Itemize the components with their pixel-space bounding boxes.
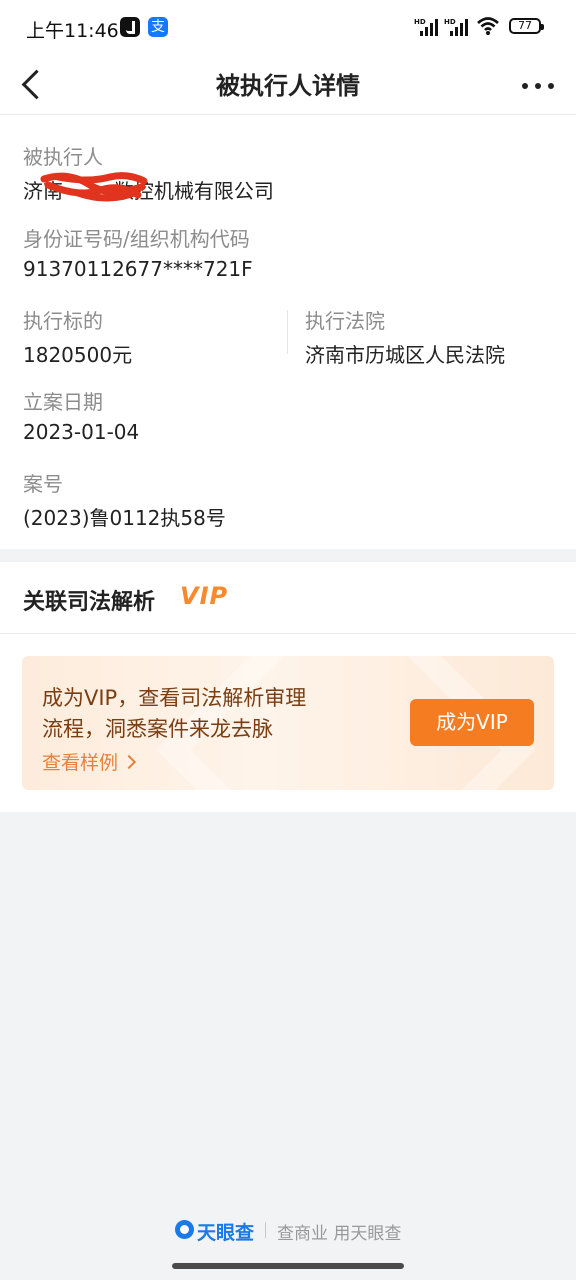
related-analysis-header: 关联司法解析 VIP — [0, 562, 576, 634]
view-sample-link[interactable]: 查看样例 — [42, 748, 137, 775]
promo-text-line-2: 流程，洞悉案件来龙去脉 — [42, 717, 273, 741]
case-number-label: 案号 — [23, 472, 63, 496]
status-time: 上午11:46 — [26, 20, 119, 42]
battery-icon: 77 — [509, 18, 544, 34]
executee-detail-card: 被执行人 济南 数控机械有限公司 身份证号码/组织机构代码 9137011267… — [0, 115, 576, 549]
view-sample-label: 查看样例 — [42, 752, 119, 774]
id-code-label: 身份证号码/组织机构代码 — [23, 227, 250, 251]
tiktok-app-icon — [120, 17, 140, 37]
wifi-icon — [477, 17, 499, 35]
home-indicator[interactable] — [172, 1263, 404, 1269]
filing-date-label: 立案日期 — [23, 390, 103, 414]
related-analysis-title: 关联司法解析 — [23, 590, 156, 615]
cell-signal-icon: HD — [414, 18, 440, 36]
page-title: 被执行人详情 — [216, 72, 360, 100]
vip-badge: VIP — [180, 582, 229, 610]
chevron-right-icon — [121, 754, 137, 770]
status-bar: 上午11:46 支 HD HD 77 — [0, 0, 576, 56]
redaction-scribble — [40, 172, 148, 202]
execution-target-value: 1820500元 — [23, 343, 133, 367]
footer-divider — [265, 1222, 266, 1238]
related-analysis-body: 成为VIP，查看司法解析审理 流程，洞悉案件来龙去脉 查看样例 成为VIP — [0, 634, 576, 812]
brand-name: 天眼查 — [197, 1222, 255, 1244]
footer-brand: 天眼查 查商业 用天眼查 — [0, 1212, 576, 1248]
become-vip-button[interactable]: 成为VIP — [410, 699, 534, 746]
column-divider — [287, 310, 288, 354]
footer-slogan: 查商业 用天眼查 — [277, 1224, 402, 1244]
alipay-app-icon: 支 — [148, 17, 168, 37]
promo-text-line-1: 成为VIP，查看司法解析审理 — [42, 686, 307, 710]
execution-court-value: 济南市历城区人民法院 — [305, 343, 505, 367]
vip-promo-banner[interactable]: 成为VIP，查看司法解析审理 流程，洞悉案件来龙去脉 查看样例 成为VIP — [22, 656, 554, 790]
execution-target-label: 执行标的 — [23, 309, 103, 333]
more-button[interactable] — [520, 76, 556, 96]
executee-label: 被执行人 — [23, 145, 103, 169]
cell-signal-icon-2: HD — [444, 18, 470, 36]
nav-bar: 被执行人详情 — [0, 56, 576, 115]
id-code-value: 91370112677****721F — [23, 257, 253, 281]
more-dots-icon — [522, 83, 528, 89]
filing-date-value: 2023-01-04 — [23, 420, 140, 444]
case-number-value: (2023)鲁0112执58号 — [23, 506, 226, 530]
execution-court-label: 执行法院 — [305, 309, 385, 333]
tianyancha-logo-icon — [175, 1220, 194, 1239]
